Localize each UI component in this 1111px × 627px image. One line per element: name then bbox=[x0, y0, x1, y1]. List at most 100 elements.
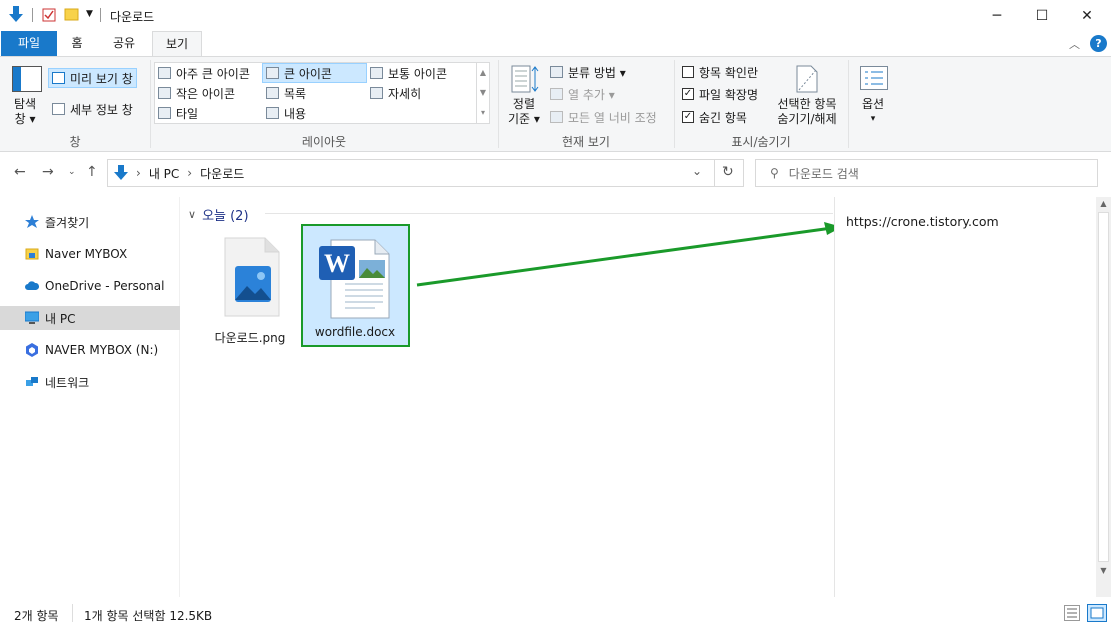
list-icon bbox=[266, 87, 279, 99]
preview-pane-button[interactable]: 미리 보기 창 bbox=[48, 68, 137, 88]
highlight-box bbox=[301, 224, 410, 347]
navigation-pane-button[interactable]: 탐색 창 ▾ bbox=[14, 97, 36, 127]
item-checkboxes-toggle[interactable]: 항목 확인란 bbox=[682, 62, 758, 82]
layout-list[interactable]: 목록 bbox=[266, 83, 306, 103]
hide-selected-button[interactable]: 선택한 항목 숨기기/해제 bbox=[774, 97, 840, 127]
layout-details[interactable]: 자세히 bbox=[370, 83, 421, 103]
layout-small-icons[interactable]: 작은 아이콘 bbox=[158, 83, 235, 103]
layout-label: 타일 bbox=[176, 106, 199, 121]
hidden-items-toggle[interactable]: ✓ 숨긴 항목 bbox=[682, 107, 747, 127]
tab-file[interactable]: 파일 bbox=[1, 31, 57, 56]
layout-extra-large-icons[interactable]: 아주 큰 아이콘 bbox=[158, 63, 250, 83]
sidebar-item-quick-access[interactable]: 즐겨찾기 bbox=[0, 210, 180, 234]
sidebar-item-onedrive[interactable]: OneDrive - Personal bbox=[0, 274, 180, 298]
scroll-thumb[interactable] bbox=[1098, 212, 1109, 562]
minimize-button[interactable]: ─ bbox=[974, 0, 1020, 31]
group-by-icon bbox=[550, 66, 563, 78]
hidden-items-label: 숨긴 항목 bbox=[699, 110, 747, 125]
options-button[interactable]: 옵션 ▾ bbox=[858, 97, 888, 127]
file-name: 다운로드.png bbox=[214, 331, 286, 345]
sort-by-button[interactable]: 정렬 기준 ▾ bbox=[508, 97, 540, 127]
fit-columns-button[interactable]: 모든 열 너비 조정 bbox=[550, 107, 657, 127]
sidebar-item-label: 즐겨찾기 bbox=[45, 215, 90, 230]
layout-gallery-scroll[interactable]: ▲ ▼ ▾ bbox=[476, 63, 489, 123]
sidebar-item-this-pc[interactable]: 내 PC bbox=[0, 306, 180, 330]
breadcrumb-downloads[interactable]: 다운로드 bbox=[200, 165, 244, 182]
breadcrumb-separator: › bbox=[187, 166, 193, 180]
sort-by-icon[interactable] bbox=[510, 64, 540, 94]
sidebar-item-naver-mybox[interactable]: Naver MYBOX bbox=[0, 242, 180, 266]
tab-home[interactable]: 홈 bbox=[60, 31, 94, 56]
breadcrumb-separator: › bbox=[136, 166, 141, 180]
maximize-button[interactable]: ☐ bbox=[1019, 0, 1065, 31]
group-by-button[interactable]: 분류 방법 ▾ bbox=[550, 62, 626, 82]
layout-medium-icons[interactable]: 보통 아이콘 bbox=[370, 63, 447, 83]
help-icon[interactable]: ? bbox=[1090, 35, 1107, 52]
recent-locations-icon[interactable]: ⌄ bbox=[68, 167, 76, 177]
navigation-pane-icon[interactable] bbox=[12, 66, 42, 92]
layout-large-icons[interactable]: 큰 아이콘 bbox=[262, 63, 367, 83]
up-button[interactable]: ↑ bbox=[86, 164, 98, 180]
new-folder-icon[interactable] bbox=[64, 7, 79, 22]
window-title: 다운로드 bbox=[110, 10, 155, 24]
sort-by-label: 정렬 bbox=[512, 97, 535, 111]
preview-pane-label: 미리 보기 창 bbox=[70, 71, 133, 86]
tab-share[interactable]: 공유 bbox=[104, 31, 144, 56]
scroll-down-icon[interactable]: ▼ bbox=[1096, 566, 1111, 575]
group-divider bbox=[848, 60, 849, 148]
address-bar[interactable]: › 내 PC › 다운로드 bbox=[107, 159, 744, 187]
collapse-ribbon-icon[interactable]: ︿ bbox=[1069, 36, 1080, 52]
image-file-icon bbox=[224, 237, 280, 317]
close-button[interactable]: ✕ bbox=[1064, 0, 1110, 31]
back-button[interactable]: ← bbox=[14, 164, 26, 180]
annotation-arrow bbox=[416, 222, 842, 287]
layout-tiles[interactable]: 타일 bbox=[158, 103, 198, 123]
address-dropdown-icon[interactable]: ⌄ bbox=[692, 164, 702, 178]
show-hide-group-label: 표시/숨기기 bbox=[731, 135, 791, 149]
forward-button[interactable]: → bbox=[42, 164, 54, 180]
hide-selected-icon[interactable] bbox=[794, 64, 820, 94]
title-bar bbox=[0, 0, 1111, 31]
vertical-scrollbar[interactable]: ▲ ▼ bbox=[1096, 197, 1111, 597]
details-pane-button[interactable]: 세부 정보 창 bbox=[52, 99, 133, 119]
extra-large-icons-icon bbox=[158, 67, 171, 79]
separator bbox=[32, 8, 33, 22]
search-box[interactable]: ⚲ 다운로드 검색 bbox=[755, 159, 1098, 187]
tab-view[interactable]: 보기 bbox=[152, 31, 202, 57]
breadcrumb-this-pc[interactable]: 내 PC bbox=[149, 165, 179, 182]
folder-icon bbox=[25, 248, 39, 260]
current-view-group-label: 현재 보기 bbox=[562, 135, 610, 149]
details-pane-icon bbox=[52, 103, 65, 115]
separator bbox=[72, 604, 73, 622]
options-icon[interactable] bbox=[860, 66, 888, 90]
nav-pane-label: 탐색 bbox=[14, 97, 37, 111]
add-columns-button[interactable]: 열 추가 ▾ bbox=[550, 84, 615, 104]
sidebar-item-label: 네트워크 bbox=[45, 375, 90, 390]
search-icon: ⚲ bbox=[770, 166, 779, 180]
layout-content[interactable]: 내용 bbox=[266, 103, 306, 123]
properties-icon[interactable] bbox=[42, 7, 56, 22]
content-icon bbox=[266, 107, 279, 119]
selection-info: 1개 항목 선택함 12.5KB bbox=[84, 609, 213, 623]
group-header-today[interactable]: ∨ 오늘 (2) bbox=[188, 205, 249, 224]
sidebar-item-mybox-drive[interactable]: NAVER MYBOX (N:) bbox=[0, 338, 180, 362]
details-view-icon[interactable] bbox=[1064, 605, 1080, 621]
sort-by-label-2: 기준 ▾ bbox=[508, 112, 540, 126]
large-icons-view-icon[interactable] bbox=[1087, 604, 1107, 622]
file-extensions-toggle[interactable]: ✓ 파일 확장명 bbox=[682, 84, 758, 104]
group-title: 오늘 (2) bbox=[202, 209, 249, 224]
preview-pane bbox=[834, 197, 1096, 597]
item-checkboxes-label: 항목 확인란 bbox=[699, 65, 759, 80]
refresh-icon[interactable]: ↻ bbox=[722, 164, 734, 180]
add-columns-label: 열 추가 ▾ bbox=[568, 87, 615, 102]
download-folder-icon bbox=[114, 165, 128, 180]
download-arrow-icon[interactable] bbox=[8, 6, 24, 24]
pc-icon bbox=[25, 311, 39, 324]
sidebar-item-network[interactable]: 네트워크 bbox=[0, 370, 180, 394]
tiles-icon bbox=[158, 107, 171, 119]
file-extensions-label: 파일 확장명 bbox=[699, 87, 759, 102]
file-item-png[interactable]: 다운로드.png bbox=[195, 232, 305, 348]
scroll-up-icon[interactable]: ▲ bbox=[1096, 199, 1111, 208]
search-placeholder: 다운로드 검색 bbox=[788, 166, 859, 181]
customize-toolbar-icon[interactable]: ▼ bbox=[86, 9, 93, 19]
